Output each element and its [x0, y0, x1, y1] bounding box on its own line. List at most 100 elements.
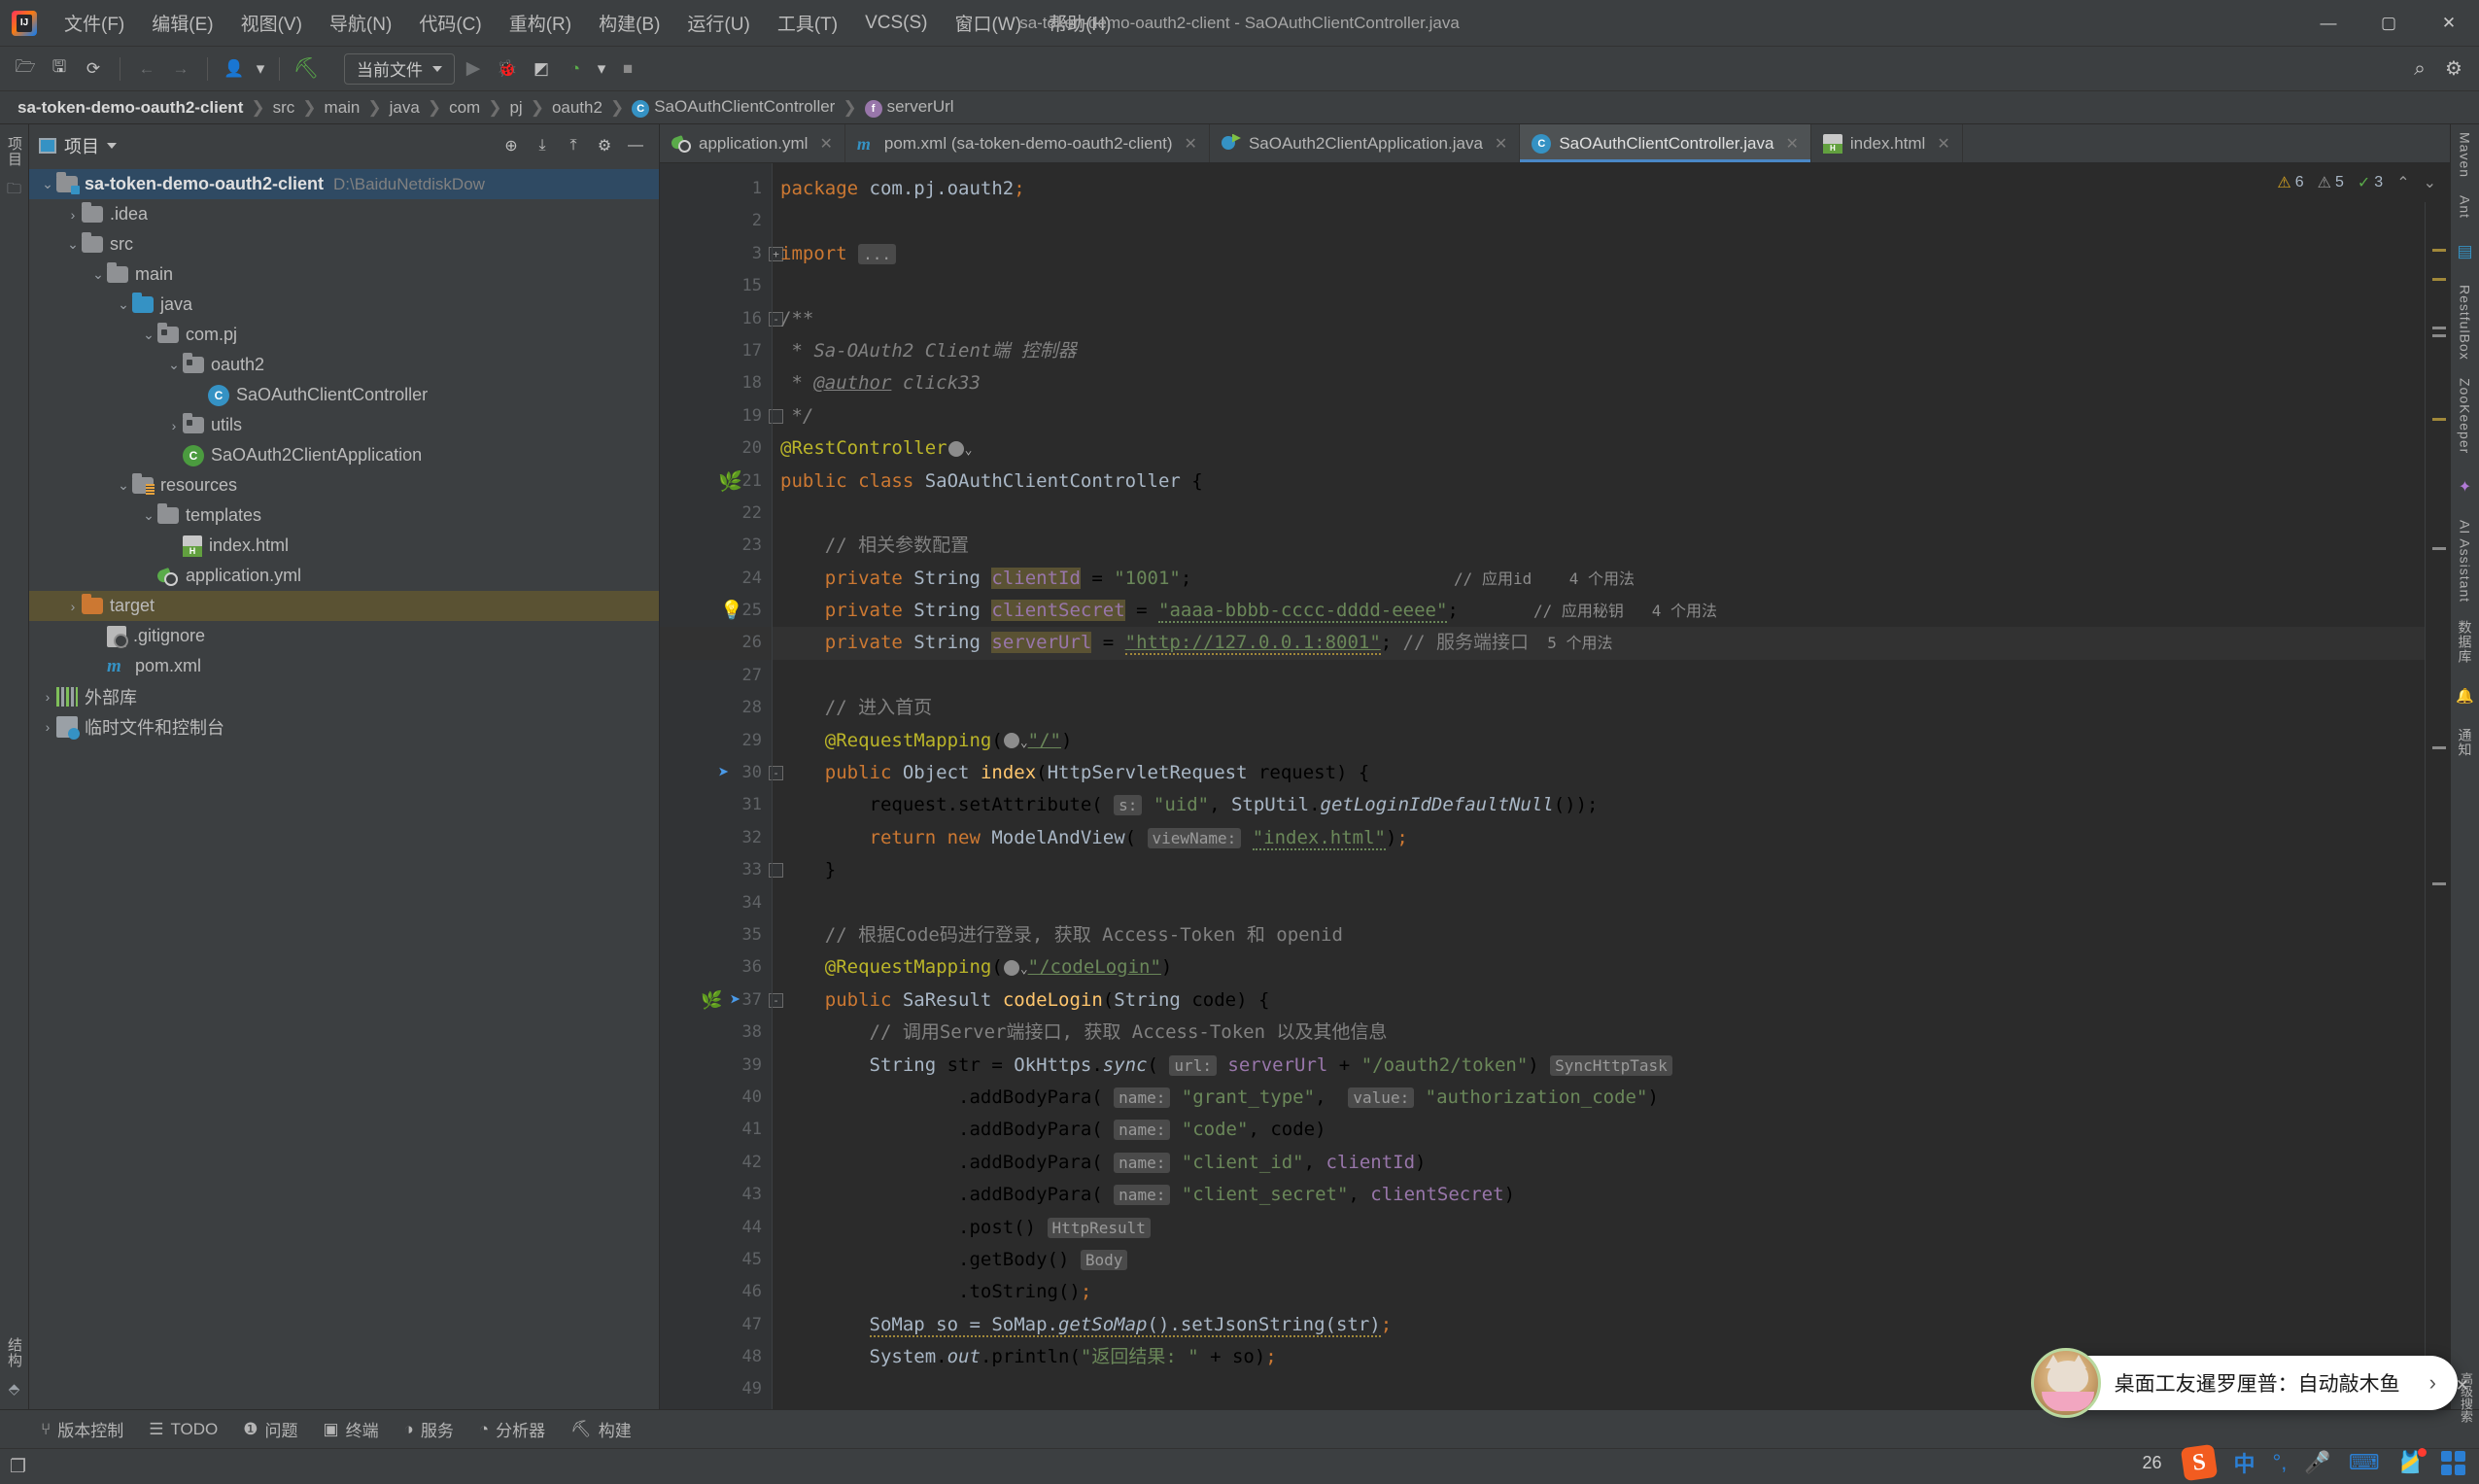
close-icon[interactable]: ✕: [1785, 134, 1798, 154]
menu-item-build[interactable]: 构建(B): [585, 6, 673, 40]
tree-node-saoauthclientcontroller[interactable]: C SaOAuthClientController: [29, 380, 659, 410]
tree-node-src[interactable]: ⌄ src: [29, 229, 659, 259]
code-line-43[interactable]: .addBodyPara( name: "client_secret", cli…: [773, 1179, 2425, 1211]
menu-item-code[interactable]: 代码(C): [405, 6, 495, 40]
menu-item-tools[interactable]: 工具(T): [764, 6, 851, 40]
menu-item-file[interactable]: 文件(F): [51, 6, 138, 40]
line-number-2[interactable]: 2: [660, 205, 772, 237]
hammer-icon[interactable]: ⛏: [291, 53, 322, 85]
line-number-22[interactable]: 22: [660, 498, 772, 530]
tool-button-terminal[interactable]: ▣ 终端: [324, 1417, 379, 1441]
code-content[interactable]: package com.pj.oauth2; import ... /** * …: [772, 163, 2425, 1409]
line-number-30[interactable]: ➤ -30: [660, 757, 783, 789]
code-line-37[interactable]: public SaResult codeLogin(String code) {: [773, 984, 2425, 1017]
chevron-right-icon[interactable]: ›: [64, 207, 82, 223]
keyboard-icon[interactable]: ⌨: [2349, 1450, 2380, 1475]
gear-icon[interactable]: ⚙: [2438, 53, 2469, 85]
code-line-19[interactable]: */: [773, 400, 2425, 432]
commit-icon[interactable]: ⬘: [9, 1380, 20, 1398]
close-icon[interactable]: ✕: [1185, 134, 1197, 154]
tree-node-resources[interactable]: ⌄ resources: [29, 470, 659, 500]
line-number-48[interactable]: 48: [660, 1341, 772, 1373]
spring-bean-gutter-icon[interactable]: 🌿: [718, 466, 742, 498]
code-line-25[interactable]: private String clientSecret = "aaaa-bbbb…: [773, 595, 2425, 627]
code-line-15[interactable]: [773, 270, 2425, 302]
breadcrumb-item-field[interactable]: f serverUrl: [861, 97, 958, 118]
code-line-40[interactable]: .addBodyPara( name: "grant_type", value:…: [773, 1082, 2425, 1114]
tree-node-.gitignore[interactable]: .gitignore: [29, 621, 659, 651]
chevron-down-icon[interactable]: ⌄: [140, 507, 157, 524]
line-number-50[interactable]: 50: [660, 1406, 772, 1409]
line-number-1[interactable]: 1: [660, 173, 772, 205]
chevron-down-icon[interactable]: ▾: [594, 53, 609, 85]
code-line-17[interactable]: * Sa-OAuth2 Client端 控制器: [773, 335, 2425, 367]
line-number-19[interactable]: 19: [660, 400, 783, 432]
editor-tab-3[interactable]: C SaOAuthClientController.java ✕: [1520, 124, 1811, 162]
code-line-47[interactable]: SoMap so = SoMap.getSoMap().setJsonStrin…: [773, 1309, 2425, 1341]
line-number-17[interactable]: 17: [660, 335, 772, 367]
tool-button-todo[interactable]: ☰ TODO: [149, 1420, 218, 1439]
tree-node-main[interactable]: ⌄ main: [29, 259, 659, 290]
apps-grid-icon[interactable]: [2441, 1450, 2465, 1475]
sync-icon[interactable]: ⟳: [78, 53, 109, 85]
chevron-down-icon[interactable]: ⌄: [89, 266, 107, 283]
close-icon[interactable]: ✕: [819, 134, 832, 154]
line-number-47[interactable]: 47: [660, 1309, 772, 1341]
chevron-down-icon[interactable]: ⌄: [64, 236, 82, 253]
close-button[interactable]: ✕: [2419, 0, 2479, 47]
line-number-31[interactable]: 31: [660, 789, 772, 821]
bell-icon[interactable]: 🔔: [2456, 687, 2474, 705]
code-line-46[interactable]: .toString();: [773, 1276, 2425, 1308]
rail-item-maven[interactable]: Maven: [2458, 132, 2473, 178]
run-endpoint-gutter-icon[interactable]: ➤: [718, 757, 729, 789]
line-number-41[interactable]: 41: [660, 1114, 772, 1146]
code-line-41[interactable]: .addBodyPara( name: "code", code): [773, 1114, 2425, 1146]
editor-tab-4[interactable]: index.html ✕: [1811, 124, 1963, 162]
code-line-29[interactable]: @RequestMapping(⌄"/"): [773, 725, 2425, 757]
user-icon[interactable]: 👤: [219, 53, 250, 85]
tree-node-java[interactable]: ⌄ java: [29, 290, 659, 320]
menu-item-edit[interactable]: 编辑(E): [138, 6, 226, 40]
minimize-button[interactable]: —: [2298, 0, 2358, 47]
bookmark-icon[interactable]: 🗀: [7, 179, 21, 203]
rail-item-zookeeper[interactable]: ZooKeeper: [2458, 378, 2473, 454]
tree-node-templates[interactable]: ⌄ templates: [29, 500, 659, 531]
chevron-down-icon[interactable]: ⌄: [2424, 173, 2436, 192]
code-line-16[interactable]: /**: [773, 303, 2425, 335]
editor-tab-2[interactable]: SaOAuth2ClientApplication.java ✕: [1210, 124, 1521, 162]
line-number-39[interactable]: 39: [660, 1050, 772, 1082]
code-line-26[interactable]: private String serverUrl = "http://127.0…: [773, 627, 2425, 660]
code-line-21[interactable]: public class SaOAuthClientController {: [773, 466, 2425, 498]
weak-warning-count[interactable]: ⚠ 5: [2318, 173, 2344, 192]
line-number-33[interactable]: 33: [660, 854, 783, 886]
chevron-down-icon[interactable]: ⌄: [140, 327, 157, 343]
code-line-42[interactable]: .addBodyPara( name: "client_id", clientI…: [773, 1147, 2425, 1179]
chevron-down-icon[interactable]: ⌄: [39, 176, 56, 192]
line-number-37[interactable]: 🌿 ➤ -37: [660, 984, 783, 1017]
code-line-22[interactable]: [773, 498, 2425, 530]
run-icon[interactable]: ▶: [458, 53, 489, 85]
menu-item-help[interactable]: 帮助(H): [1035, 6, 1124, 40]
breadcrumb-item-project[interactable]: sa-token-demo-oauth2-client: [14, 98, 247, 118]
stop-icon[interactable]: ■: [612, 53, 643, 85]
tree-node-saoauth2clientapplication[interactable]: C SaOAuth2ClientApplication: [29, 440, 659, 470]
code-line-36[interactable]: @RequestMapping(⌄"/codeLogin"): [773, 951, 2425, 984]
chevron-down-icon[interactable]: ▾: [253, 53, 268, 85]
memory-indicator-icon[interactable]: ❐: [10, 1456, 26, 1478]
menu-item-window[interactable]: 窗口(W): [941, 6, 1035, 40]
tree-node-sa-token-demo-oauth2-client[interactable]: ⌄ sa-token-demo-oauth2-client D:\BaiduNetd…: [29, 169, 659, 199]
spring-endpoint-gutter-icon[interactable]: 🌿: [701, 984, 722, 1017]
tree-node-utils[interactable]: › utils: [29, 410, 659, 440]
breadcrumb-item-src[interactable]: src: [269, 98, 299, 118]
line-number-45[interactable]: 45: [660, 1244, 772, 1276]
tree-node-[interactable]: › 临时文件和控制台: [29, 711, 659, 742]
chevron-down-icon[interactable]: ⌄: [115, 296, 132, 313]
chevron-down-icon[interactable]: [107, 143, 117, 149]
editor-tab-0[interactable]: application.yml ✕: [660, 124, 845, 162]
chevron-down-icon[interactable]: ⌄: [115, 477, 132, 494]
ai-assistant-icon[interactable]: ✦: [2459, 477, 2471, 497]
line-number-32[interactable]: 32: [660, 822, 772, 854]
code-line-18[interactable]: * @author click33: [773, 367, 2425, 399]
gear-icon[interactable]: ⚙: [591, 132, 618, 159]
code-line-35[interactable]: // 根据Code码进行登录, 获取 Access-Token 和 openid: [773, 919, 2425, 951]
